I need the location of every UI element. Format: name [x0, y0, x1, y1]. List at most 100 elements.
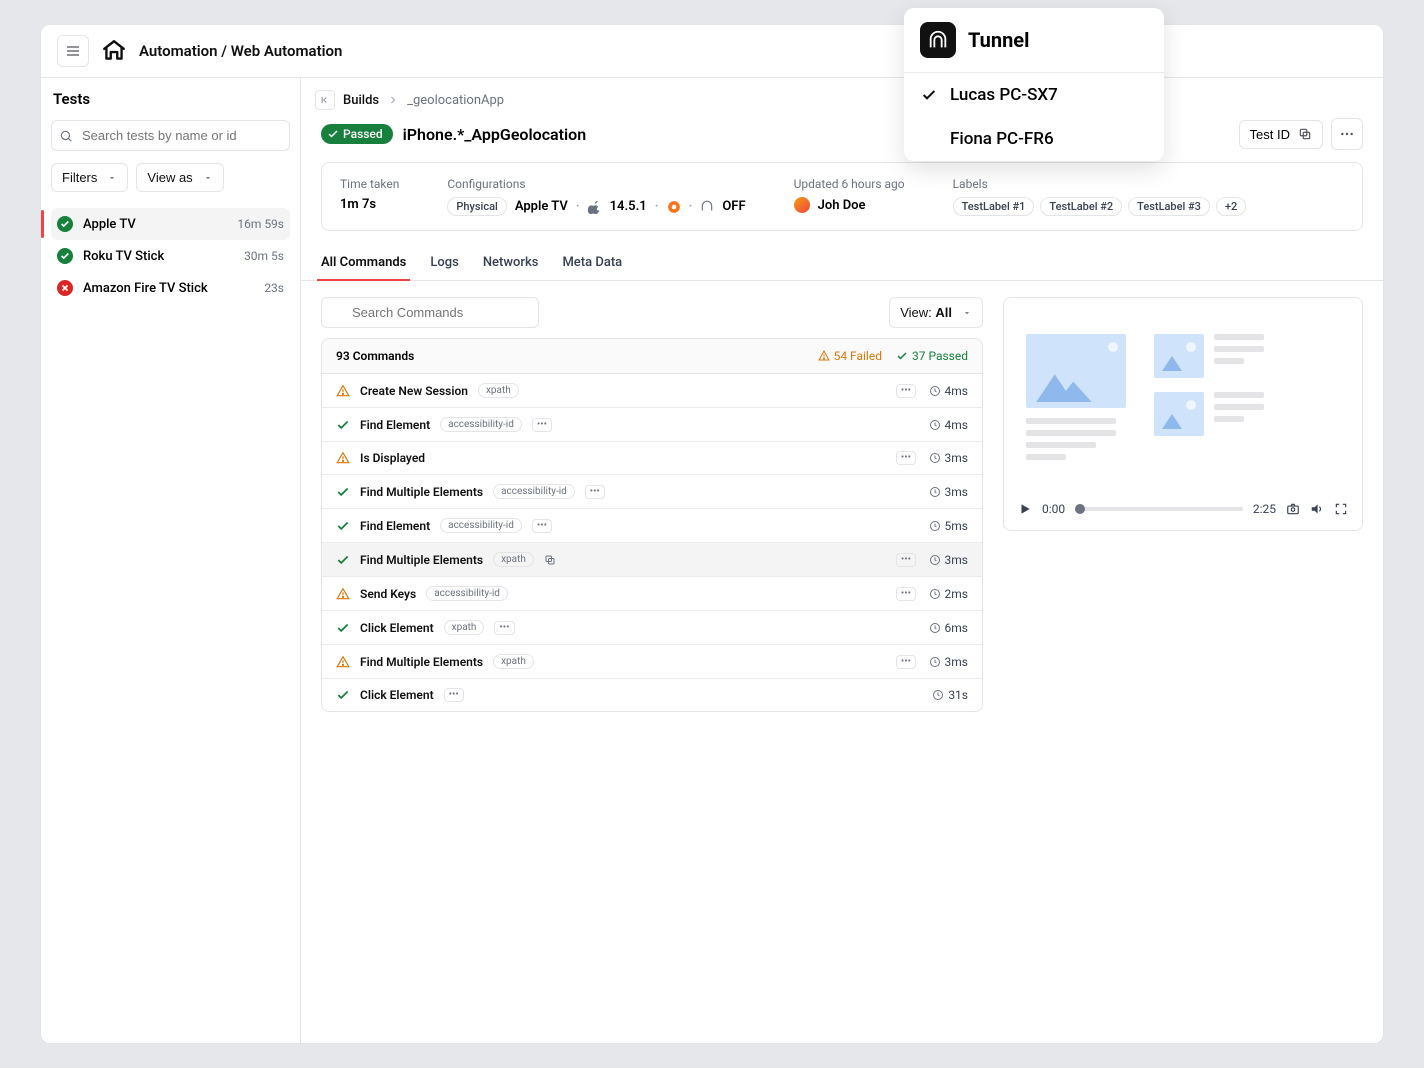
play-icon[interactable]: [1018, 502, 1032, 516]
tunnel-logo-icon: [920, 22, 956, 58]
more-actions-button[interactable]: [1331, 118, 1363, 150]
physical-chip: Physical: [447, 197, 506, 216]
labels-label: Labels: [953, 177, 1247, 191]
clock-icon: [929, 486, 941, 498]
ellipsis-icon: [1339, 126, 1355, 142]
command-row[interactable]: Find Multiple Elementsxpath•••3ms: [322, 543, 982, 577]
clock-icon: [932, 689, 944, 701]
command-row[interactable]: Create New Sessionxpath•••4ms: [322, 374, 982, 408]
command-time: 5ms: [926, 519, 968, 533]
clock-icon: [929, 385, 941, 397]
command-time: 3ms: [926, 451, 968, 465]
tab-metadata[interactable]: Meta Data: [562, 255, 622, 280]
time-total: 2:25: [1253, 502, 1276, 516]
check-icon: [896, 350, 908, 362]
device-name: Apple TV: [515, 199, 568, 214]
locator-tag: accessibility-id: [440, 417, 522, 432]
breadcrumb: Automation / Web Automation: [139, 42, 342, 60]
tunnel-option[interactable]: Fiona PC-FR6: [904, 117, 1164, 161]
test-id-button[interactable]: Test ID: [1239, 120, 1323, 149]
command-row[interactable]: Find Multiple Elementsaccessibility-id••…: [322, 475, 982, 509]
locator-tag: xpath: [493, 552, 534, 567]
copy-icon[interactable]: [544, 554, 556, 566]
check-icon: [336, 688, 350, 702]
row-more[interactable]: •••: [896, 587, 916, 601]
row-more[interactable]: •••: [896, 384, 916, 398]
tests-search-input[interactable]: [51, 120, 290, 151]
view-filter-dropdown[interactable]: View: All: [889, 297, 983, 328]
more-tag[interactable]: •••: [532, 519, 552, 533]
more-tag[interactable]: •••: [444, 688, 464, 702]
menu-icon: [65, 43, 81, 59]
command-row[interactable]: Find Element accessibility-id ••• 4ms: [322, 408, 982, 442]
tests-heading: Tests: [51, 90, 290, 108]
clock-icon: [929, 588, 941, 600]
chevron-down-icon: [203, 173, 213, 183]
label-chip[interactable]: TestLabel #1: [953, 197, 1035, 216]
meta-card: Time taken 1m 7s Configurations Physical…: [321, 162, 1363, 231]
volume-icon[interactable]: [1310, 502, 1324, 516]
tunnel-option[interactable]: Lucas PC-SX7: [904, 73, 1164, 117]
test-name: Amazon Fire TV Stick: [83, 281, 254, 296]
commands-search-input[interactable]: [321, 297, 539, 328]
status-fail-icon: [57, 280, 73, 296]
label-chip[interactable]: TestLabel #2: [1040, 197, 1122, 216]
warn-icon: [336, 587, 350, 601]
row-more[interactable]: •••: [896, 553, 916, 567]
crumb-builds[interactable]: Builds: [343, 93, 379, 108]
command-time: 4ms: [926, 418, 968, 432]
collapse-sidebar-button[interactable]: [315, 90, 335, 110]
test-item[interactable]: Roku TV Stick30m 5s: [51, 240, 290, 272]
image-placeholder: [1154, 392, 1204, 436]
filters-dropdown[interactable]: Filters: [51, 163, 128, 192]
command-name: Find Multiple Elements: [360, 553, 483, 567]
command-name: Find Element: [360, 418, 430, 432]
camera-icon[interactable]: [1286, 502, 1300, 516]
tab-logs[interactable]: Logs: [430, 255, 458, 280]
command-time: 3ms: [926, 485, 968, 499]
os-version: 14.5.1: [610, 199, 647, 214]
tab-all-commands[interactable]: All Commands: [321, 255, 406, 280]
command-time: 4ms: [926, 384, 968, 398]
hamburger-menu[interactable]: [57, 35, 89, 67]
row-more[interactable]: •••: [896, 655, 916, 669]
progress-slider[interactable]: [1075, 507, 1243, 511]
command-name: Is Displayed: [360, 451, 425, 465]
command-row[interactable]: Find Elementaccessibility-id•••5ms: [322, 509, 982, 543]
command-row[interactable]: Click Elementxpath•••6ms: [322, 611, 982, 645]
test-item[interactable]: Apple TV16m 59s: [51, 208, 290, 240]
status-pass-icon: [57, 248, 73, 264]
command-row[interactable]: Is Displayed ••• 3ms: [322, 442, 982, 475]
label-more-chip[interactable]: +2: [1216, 197, 1246, 216]
tab-networks[interactable]: Networks: [483, 255, 539, 280]
command-time: 31s: [926, 688, 968, 702]
test-title: iPhone.*_AppGeolocation: [403, 125, 587, 144]
image-placeholder: [1026, 334, 1126, 408]
warn-icon: [336, 451, 350, 465]
more-tag[interactable]: •••: [494, 621, 514, 635]
filters-label: Filters: [62, 170, 97, 185]
check-icon: [336, 621, 350, 635]
check-icon: [336, 553, 350, 567]
collapse-icon: [320, 95, 330, 105]
more-tag[interactable]: •••: [532, 418, 552, 432]
locator-tag: accessibility-id: [426, 586, 508, 601]
more-tag[interactable]: •••: [585, 485, 605, 499]
tunnel-name: Fiona PC-FR6: [950, 129, 1054, 149]
label-chip[interactable]: TestLabel #3: [1128, 197, 1210, 216]
tunnel-icon: [700, 200, 714, 214]
test-duration: 30m 5s: [244, 249, 284, 263]
command-row[interactable]: Find Multiple Elementsxpath•••3ms: [322, 645, 982, 679]
viewas-dropdown[interactable]: View as: [136, 163, 223, 192]
command-row[interactable]: Send Keysaccessibility-id•••2ms: [322, 577, 982, 611]
timetaken-label: Time taken: [340, 177, 399, 191]
fullscreen-icon[interactable]: [1334, 502, 1348, 516]
test-item[interactable]: Amazon Fire TV Stick23s: [51, 272, 290, 304]
clock-icon: [929, 622, 941, 634]
command-name: Send Keys: [360, 587, 416, 601]
search-icon: [59, 129, 73, 143]
chevron-down-icon: [107, 173, 117, 183]
tunnel-status: OFF: [722, 199, 745, 214]
command-row[interactable]: Click Element•••31s: [322, 679, 982, 711]
row-more[interactable]: •••: [896, 451, 916, 465]
